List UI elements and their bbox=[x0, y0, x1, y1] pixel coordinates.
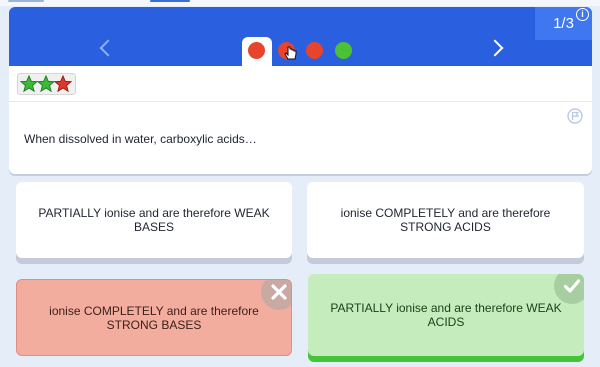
question-nav-bar: 1/3 i bbox=[9, 7, 592, 69]
question-dot-3[interactable] bbox=[306, 42, 323, 59]
star-icon bbox=[20, 75, 38, 93]
chevron-left-icon[interactable] bbox=[99, 39, 117, 57]
question-dot-1[interactable] bbox=[248, 42, 265, 59]
answer-option-1[interactable]: PARTIALLY ionise and are therefore WEAK … bbox=[16, 182, 292, 258]
info-icon[interactable]: i bbox=[576, 8, 589, 21]
question-card: 1/3 i When dissolved in water, carboxyli… bbox=[9, 7, 592, 174]
star-rating bbox=[17, 73, 76, 95]
answer-option-3-wrong[interactable]: ionise COMPLETELY and are therefore STRO… bbox=[16, 279, 292, 356]
check-icon bbox=[563, 279, 581, 293]
question-counter-text: 1/3 bbox=[553, 15, 574, 32]
divider bbox=[9, 101, 592, 102]
answer-option-4-correct[interactable]: PARTIALLY ionise and are therefore WEAK … bbox=[308, 274, 584, 356]
top-link-fragment bbox=[8, 0, 44, 2]
answer-option-2[interactable]: ionise COMPLETELY and are therefore STRO… bbox=[307, 182, 584, 258]
question-counter: 1/3 i bbox=[535, 7, 592, 40]
answer-label: PARTIALLY ionise and are therefore WEAK … bbox=[38, 206, 270, 234]
answer-label: ionise COMPLETELY and are therefore STRO… bbox=[49, 303, 259, 332]
x-icon bbox=[271, 284, 287, 300]
flag-icon[interactable] bbox=[567, 108, 583, 124]
question-dot-4[interactable] bbox=[335, 42, 352, 59]
top-strip bbox=[0, 0, 600, 6]
star-icon bbox=[54, 75, 72, 93]
top-link-fragment bbox=[150, 0, 190, 2]
question-text: When dissolved in water, carboxylic acid… bbox=[24, 132, 257, 146]
hand-pointer-icon bbox=[284, 46, 297, 60]
star-icon bbox=[37, 75, 55, 93]
answer-label: PARTIALLY ionise and are therefore WEAK … bbox=[330, 301, 562, 329]
chevron-right-icon[interactable] bbox=[486, 39, 504, 57]
answer-label: ionise COMPLETELY and are therefore STRO… bbox=[340, 206, 551, 234]
check-badge bbox=[554, 274, 584, 304]
